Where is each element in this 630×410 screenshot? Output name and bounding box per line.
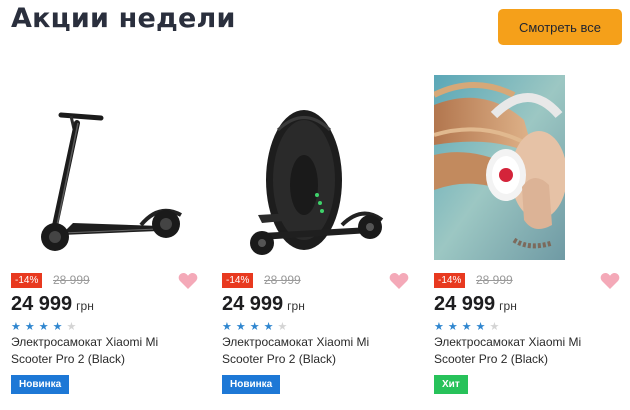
discount-badge: -14% [11, 273, 43, 288]
star-icon: ★ [24, 321, 35, 333]
star-icon: ★ [263, 321, 274, 333]
star-empty-icon: ★ [66, 321, 77, 333]
product-card[interactable]: -14% 28 999 24 999 грн ★ ★ ★ ★ ★ Электрос… [11, 75, 211, 405]
heart-icon[interactable] [600, 272, 620, 290]
price: 24 999 [222, 293, 284, 315]
currency: грн [76, 299, 94, 313]
product-card[interactable]: -14% 28 999 24 999 грн ★ ★ ★ ★ ★ Электрос… [434, 75, 630, 405]
new-badge: Новинка [222, 375, 281, 394]
product-name[interactable]: Электросамокат Xiaomi Mi Scooter Pro 2 (… [222, 334, 392, 368]
new-badge: Новинка [11, 375, 70, 394]
discount-badge: -14% [222, 273, 254, 288]
product-name[interactable]: Электросамокат Xiaomi Mi Scooter Pro 2 (… [434, 334, 604, 368]
hit-badge: Хит [434, 375, 468, 394]
rating-stars: ★ ★ ★ ★ ★ [11, 321, 76, 333]
price: 24 999 [11, 293, 73, 315]
discount-badge: -14% [434, 273, 466, 288]
see-all-button[interactable]: Смотреть все [498, 9, 622, 45]
price-row: 24 999 грн [222, 293, 305, 316]
price-row: 24 999 грн [11, 293, 94, 316]
product-name[interactable]: Электросамокат Xiaomi Mi Scooter Pro 2 (… [11, 334, 181, 368]
star-icon: ★ [52, 321, 63, 333]
star-icon: ★ [11, 321, 21, 333]
product-image-headphones[interactable] [434, 75, 609, 260]
star-icon: ★ [434, 321, 444, 333]
star-icon: ★ [222, 321, 232, 333]
old-price: 28 999 [264, 273, 301, 287]
star-icon: ★ [38, 321, 49, 333]
old-price: 28 999 [476, 273, 513, 287]
star-icon: ★ [461, 321, 472, 333]
star-icon: ★ [475, 321, 486, 333]
currency: грн [499, 299, 517, 313]
monowheel-image [222, 75, 397, 260]
star-empty-icon: ★ [277, 321, 288, 333]
price: 24 999 [434, 293, 496, 315]
scooter-image [11, 75, 186, 260]
rating-stars: ★ ★ ★ ★ ★ [222, 321, 287, 333]
star-icon: ★ [249, 321, 260, 333]
star-icon: ★ [235, 321, 246, 333]
old-price: 28 999 [53, 273, 90, 287]
currency: грн [287, 299, 305, 313]
section-title: Акции недели [11, 3, 236, 34]
star-icon: ★ [447, 321, 458, 333]
heart-icon[interactable] [389, 272, 409, 290]
rating-stars: ★ ★ ★ ★ ★ [434, 321, 499, 333]
headphones-photo [434, 75, 567, 260]
heart-icon[interactable] [178, 272, 198, 290]
product-image-monowheel[interactable] [222, 75, 397, 260]
product-image-scooter[interactable] [11, 75, 186, 260]
product-card[interactable]: -14% 28 999 24 999 грн ★ ★ ★ ★ ★ Электрос… [222, 75, 422, 405]
star-empty-icon: ★ [489, 321, 500, 333]
price-row: 24 999 грн [434, 293, 517, 316]
